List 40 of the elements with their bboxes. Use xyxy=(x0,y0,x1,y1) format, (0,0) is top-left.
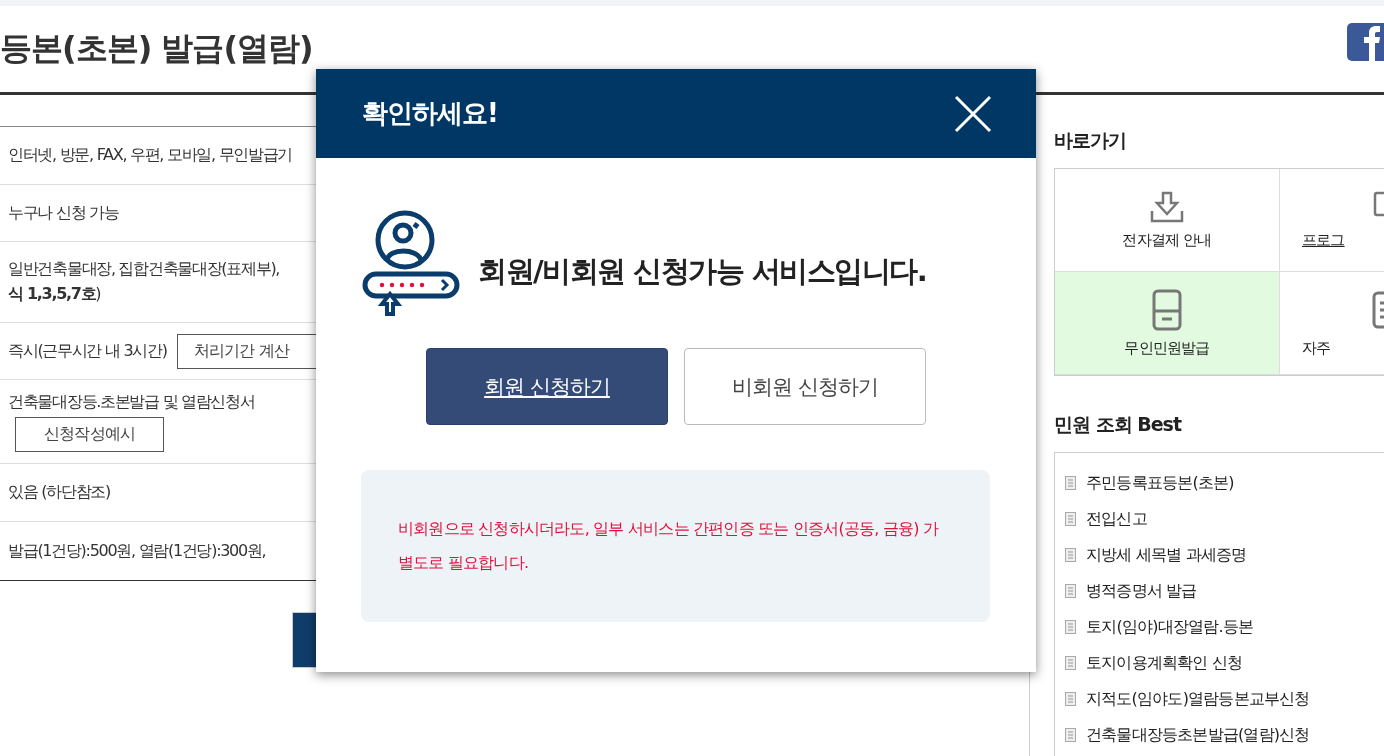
info-text: 누구나 신청 가능 xyxy=(8,202,119,224)
info-text: 식 1,3,5,7호) xyxy=(8,284,101,305)
best-link[interactable]: 전입신고 xyxy=(1086,508,1147,530)
guest-apply-button[interactable]: 비회원 신청하기 xyxy=(684,348,926,425)
member-apply-button[interactable]: 회원 신청하기 xyxy=(426,348,668,425)
info-button[interactable]: 신청작성예시 xyxy=(15,416,165,452)
login-icon xyxy=(362,210,460,318)
section-title: 민원 조회 Best xyxy=(1054,412,1183,437)
best-link[interactable]: 주민등록표등본(초본) xyxy=(1086,472,1234,494)
kiosk-icon xyxy=(1152,288,1182,331)
download-icon xyxy=(1150,190,1184,223)
best-link[interactable]: 병적증명서 발급 xyxy=(1086,580,1197,602)
info-text: 즉시(근무시간 내 3시간) xyxy=(8,340,167,362)
info-text: 일반건축물대장, 집합건축물대장(표제부), xyxy=(8,259,280,280)
best-link[interactable]: 지적도(임야도)열람등본교부신청 xyxy=(1086,688,1310,710)
dialog-message: 회원/비회원 신청가능 서비스입니다. xyxy=(478,253,927,290)
info-text: 인터넷, 방문, FAX, 우편, 모바일, 무인발급기 xyxy=(8,145,293,166)
document-icon xyxy=(1065,656,1076,670)
info-text: 발급(1건당):500원, 열람(1건당):300원, xyxy=(8,540,266,562)
notice-text: 비회원으로 신청하시더라도, 일부 서비스는 간편인증 또는 인증서(공동, 금융) 가 별도로 필요합니다. xyxy=(398,518,940,574)
document-icon xyxy=(1065,512,1076,526)
document-icon xyxy=(1065,548,1076,562)
page-title: 등본(초본) 발급(열람) xyxy=(0,28,313,69)
shortcut-tile[interactable]: 무인민원발급 xyxy=(1055,272,1280,375)
section-title: 바로가기 xyxy=(1054,128,1127,153)
dialog-title: 확인하세요! xyxy=(362,97,498,130)
best-link[interactable]: 지방세 세목별 과세증명 xyxy=(1086,544,1247,566)
shortcut-tile[interactable]: 전자결제 안내 xyxy=(1055,169,1280,272)
best-link[interactable]: 토지이용계획확인 신청 xyxy=(1086,652,1243,674)
document-icon xyxy=(1065,728,1076,742)
document-icon xyxy=(1065,620,1076,634)
info-text: 건축물대장등.초본발급 및 열람신청서 xyxy=(8,391,255,413)
share-icon[interactable] xyxy=(1347,23,1384,61)
document-icon xyxy=(1065,584,1076,598)
info-text: 있음 (하단참조) xyxy=(8,482,110,503)
best-link[interactable]: 토지(임야)대장열람.등본 xyxy=(1086,616,1254,638)
best-link[interactable]: 건축물대장등초본발급(열람)신청 xyxy=(1086,724,1310,746)
document-icon xyxy=(1065,692,1076,706)
close-icon[interactable] xyxy=(954,94,992,133)
document-icon xyxy=(1065,476,1076,490)
